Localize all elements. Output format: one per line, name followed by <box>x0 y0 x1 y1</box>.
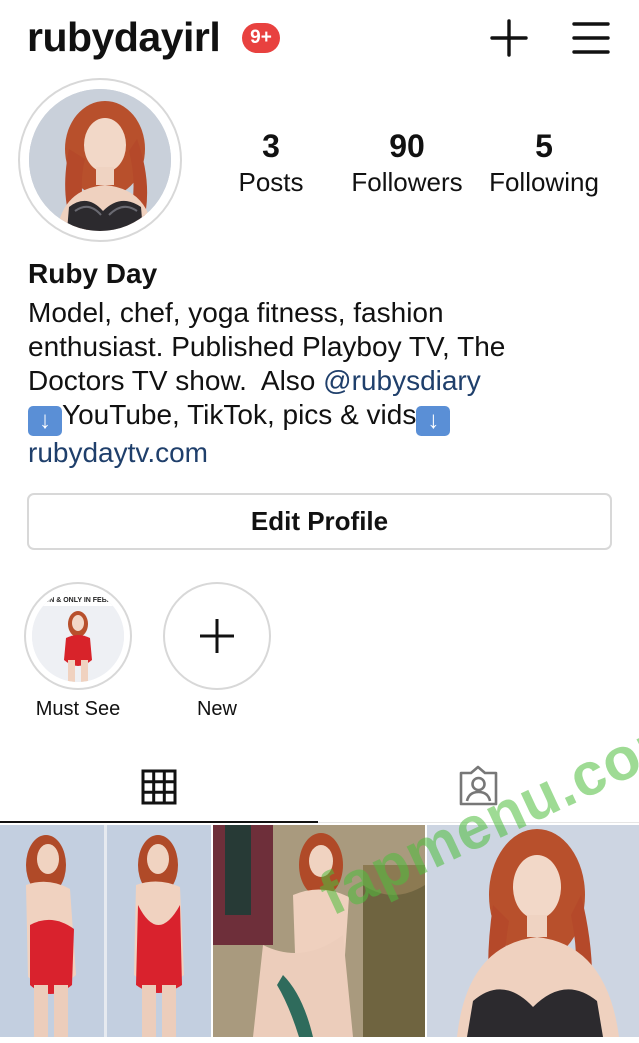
posts-count-value: 3 <box>262 128 280 164</box>
highlight-cover-photo: …UN & ONLY IN FEBR… <box>32 590 124 682</box>
highlight-ring: …UN & ONLY IN FEBR… <box>24 582 132 690</box>
post-photo <box>0 825 211 1037</box>
bio-line-2: enthusiast. Published Playboy TV, The <box>28 331 506 362</box>
profile-avatar-ring[interactable] <box>18 78 182 242</box>
tab-posts-grid[interactable] <box>0 755 318 823</box>
bio-line-3-text: Doctors TV show. Also <box>28 365 324 396</box>
posts-grid <box>0 825 639 1037</box>
bio-mention-link[interactable]: @rubysdiary <box>323 365 481 396</box>
highlight-label: New <box>196 698 237 720</box>
bio-line-1: Model, chef, yoga fitness, fashion <box>28 297 444 328</box>
bio-website-link[interactable]: rubydaytv.com <box>28 436 628 470</box>
bio-line-4-text: YouTube, TikTok, pics & vids <box>62 399 417 430</box>
create-post-button[interactable] <box>489 18 529 58</box>
following-count-label: Following <box>489 167 599 197</box>
followers-count-value: 90 <box>389 128 425 164</box>
avatar-photo <box>29 89 171 231</box>
profile-full-name: Ruby Day <box>28 258 158 289</box>
menu-button[interactable] <box>571 20 611 56</box>
post-thumbnail[interactable] <box>0 825 211 1037</box>
avatar <box>29 89 171 231</box>
bio-line-4: ↓ YouTube, TikTok, pics & vids ↓ <box>28 398 628 436</box>
username-switcher[interactable]: rubydayirl <box>27 14 221 61</box>
followers-count-label: Followers <box>351 167 463 197</box>
posts-count-label: Posts <box>238 167 304 197</box>
hamburger-menu-icon <box>572 22 610 54</box>
down-arrow-emoji-icon: ↓ <box>28 406 62 436</box>
posts-count[interactable]: 3 Posts <box>226 128 316 198</box>
highlight-cover: …UN & ONLY IN FEBR… <box>32 590 124 682</box>
edit-profile-button[interactable]: Edit Profile <box>27 493 612 550</box>
down-arrow-emoji-icon: ↓ <box>416 406 451 436</box>
notification-badge[interactable]: 9+ <box>242 23 280 53</box>
plus-icon <box>490 19 528 57</box>
following-count[interactable]: 5 Following <box>482 128 606 198</box>
profile-bio: Model, chef, yoga fitness, fashion enthu… <box>28 296 628 470</box>
highlight-must-see[interactable]: …UN & ONLY IN FEBR… Must See <box>23 582 133 721</box>
followers-count[interactable]: 90 Followers <box>342 128 472 198</box>
bio-line-3: Doctors TV show. Also @rubysdiary <box>28 364 628 398</box>
highlight-cover-text: …UN & ONLY IN FEBR… <box>37 597 119 604</box>
highlight-new[interactable]: New <box>162 582 272 721</box>
plus-icon <box>200 619 234 653</box>
grid-icon <box>141 769 177 805</box>
profile-header: rubydayirl 9+ <box>0 0 639 80</box>
new-highlight-ring <box>163 582 271 690</box>
highlight-label: Must See <box>35 698 121 720</box>
following-count-value: 5 <box>535 128 553 164</box>
